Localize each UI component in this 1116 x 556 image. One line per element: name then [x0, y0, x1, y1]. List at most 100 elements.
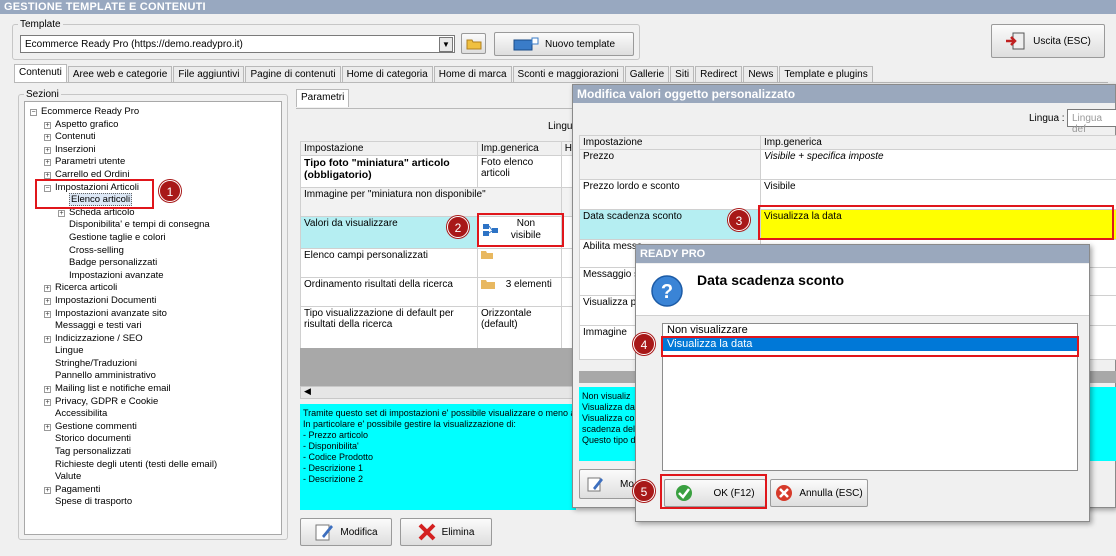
sections-legend: Sezioni [24, 89, 61, 100]
tree-item[interactable]: Lingue [30, 345, 217, 358]
custom-lingua-input[interactable]: Lingua def [1067, 109, 1116, 135]
tree-item[interactable]: Impostazioni avanzate [30, 270, 217, 283]
row-value: Visibile + specifica imposte [760, 149, 1116, 180]
tree-item-label: Cross-selling [69, 244, 124, 256]
tree-item[interactable]: Pannello amministrativo [30, 370, 217, 383]
table-row[interactable]: Elenco campi personalizzati [300, 248, 577, 278]
tree-item[interactable]: Storico documenti [30, 433, 217, 446]
expand-icon[interactable]: + [44, 297, 51, 305]
expand-icon[interactable]: + [44, 121, 51, 129]
tab-label: Home di categoria [346, 69, 428, 80]
choice-dialog-title: READY PRO [636, 245, 1089, 263]
table-row[interactable]: Tipo visualizzazione di default per risu… [300, 306, 577, 351]
tab-siti[interactable]: Siti [670, 66, 695, 82]
expand-icon[interactable]: + [44, 134, 51, 142]
table-row[interactable]: Ordinamento risultati della ricerca 3 el… [300, 277, 577, 307]
tab-template-e-plugins[interactable]: Template e plugins [779, 66, 873, 82]
tab-parametri[interactable]: Parametri [296, 89, 350, 107]
expand-icon[interactable]: + [44, 398, 51, 406]
custom-modify-button[interactable]: Mo [579, 469, 639, 499]
tree-item-label: Gestione taglie e colori [69, 231, 166, 243]
tab-home-di-categoria[interactable]: Home di categoria [341, 66, 433, 82]
collapse-icon[interactable]: − [30, 109, 37, 116]
params-col-setting: Impostazione [300, 141, 478, 156]
expand-icon[interactable]: + [44, 285, 51, 293]
tree-item[interactable]: + Gestione commenti [30, 421, 217, 434]
delete-button[interactable]: Elimina [400, 518, 492, 546]
tree-item[interactable]: Tag personalizzati [30, 446, 217, 459]
tree-item[interactable]: + Contenuti [30, 131, 217, 144]
expand-icon[interactable]: + [44, 146, 51, 154]
tab-sconti-e-maggiorazioni[interactable]: Sconti e maggiorazioni [512, 66, 624, 82]
row-value: Orizzontale (default) [476, 306, 562, 351]
new-template-button[interactable]: Nuovo template [494, 32, 634, 56]
params-hscrollbar[interactable]: ◀ [300, 386, 576, 399]
tree-item[interactable]: + Aspetto grafico [30, 119, 217, 132]
tab-gallerie[interactable]: Gallerie [624, 66, 670, 82]
tab-pagine-di-contenuti[interactable]: Pagine di contenuti [245, 66, 341, 82]
row-setting: Elenco campi personalizzati [300, 248, 478, 278]
edit-label: Modifica [340, 526, 378, 538]
cancel-button[interactable]: Annulla (ESC) [770, 479, 868, 507]
tab-news[interactable]: News [743, 66, 779, 82]
expand-icon[interactable]: + [44, 310, 51, 318]
tree-item[interactable]: Disponibilita' e tempi di consegna [30, 219, 217, 232]
tree-item-label: Indicizzazione / SEO [55, 332, 143, 344]
tab-redirect[interactable]: Redirect [695, 66, 743, 82]
params-tab-baseline [296, 108, 586, 109]
expand-icon[interactable]: + [44, 171, 51, 179]
tree-item[interactable]: + Ricerca articoli [30, 282, 217, 295]
delete-x-icon [418, 523, 436, 541]
tree-item[interactable]: Stringhe/Traduzioni [30, 358, 217, 371]
tree-item[interactable]: + Impostazioni avanzate sito [30, 308, 217, 321]
tree-item[interactable]: Gestione taglie e colori [30, 232, 217, 245]
new-template-icon [513, 37, 539, 51]
expand-icon[interactable]: + [44, 486, 51, 494]
tree-item[interactable]: + Mailing list e notifiche email [30, 383, 217, 396]
tree-item[interactable]: Badge personalizzati [30, 257, 217, 270]
tree-item[interactable]: Richieste degli utenti (testi delle emai… [30, 459, 217, 472]
chevron-down-icon[interactable]: ▼ [439, 37, 453, 52]
exit-label: Uscita (ESC) [1033, 35, 1091, 47]
tree-item[interactable]: + Impostazioni Documenti [30, 295, 217, 308]
tree-item[interactable]: Cross-selling [30, 245, 217, 258]
expand-icon[interactable]: + [44, 335, 51, 343]
tree-item[interactable]: + Parametri utente [30, 156, 217, 169]
params-description: Tramite questo set di impostazioni e' po… [300, 404, 576, 510]
tree-item[interactable]: Accessibilita [30, 408, 217, 421]
tree-item[interactable]: Valute [30, 471, 217, 484]
tab-contenuti[interactable]: Contenuti [14, 64, 67, 82]
folder-icon [480, 251, 493, 259]
params-col-generic: Imp.generica [476, 141, 562, 156]
tree-item[interactable]: Messaggi e testi vari [30, 320, 217, 333]
custom-lingua-placeholder: Lingua def [1072, 113, 1103, 135]
expand-icon[interactable]: + [58, 209, 65, 217]
tab-aree-web-e-categorie[interactable]: Aree web e categorie [67, 66, 173, 82]
edit-button[interactable]: Modifica [300, 518, 392, 546]
tab-file-aggiuntivi[interactable]: File aggiuntivi [173, 66, 245, 82]
table-row[interactable]: Tipo foto "miniatura" articolo (obbligat… [300, 155, 577, 188]
tree-item[interactable]: + Privacy, GDPR e Cookie [30, 396, 217, 409]
tree-item-label: Gestione commenti [55, 420, 137, 432]
tree-item[interactable]: + Inserzioni [30, 144, 217, 157]
description-line: Tramite questo set di impostazioni e' po… [303, 408, 573, 418]
tree-item-label: Impostazioni avanzate sito [55, 307, 167, 319]
expand-icon[interactable]: + [44, 159, 51, 167]
tree-root[interactable]: − Ecommerce Ready Pro [30, 106, 217, 119]
row-setting: Tipo foto "miniatura" articolo (obbligat… [300, 155, 478, 188]
table-row[interactable]: Prezzo Visibile + specifica imposte [579, 149, 1116, 180]
tree-item[interactable]: Spese di trasporto [30, 496, 217, 509]
scroll-left-icon[interactable]: ◀ [304, 386, 311, 397]
template-select-value: Ecommerce Ready Pro (https://demo.readyp… [25, 39, 243, 50]
tree-item[interactable]: + Indicizzazione / SEO [30, 333, 217, 346]
tree-item-label: Messaggi e testi vari [55, 320, 142, 332]
tree-item[interactable]: + Pagamenti [30, 484, 217, 497]
step-badge-1: 1 [159, 180, 181, 202]
template-select[interactable]: Ecommerce Ready Pro (https://demo.readyp… [20, 35, 455, 53]
open-folder-button[interactable] [461, 33, 486, 54]
tab-home-di-marca[interactable]: Home di marca [433, 66, 512, 82]
expand-icon[interactable]: + [44, 423, 51, 431]
description-line: - Descrizione 2 [303, 474, 364, 484]
expand-icon[interactable]: + [44, 386, 51, 394]
exit-button[interactable]: Uscita (ESC) [991, 24, 1105, 58]
